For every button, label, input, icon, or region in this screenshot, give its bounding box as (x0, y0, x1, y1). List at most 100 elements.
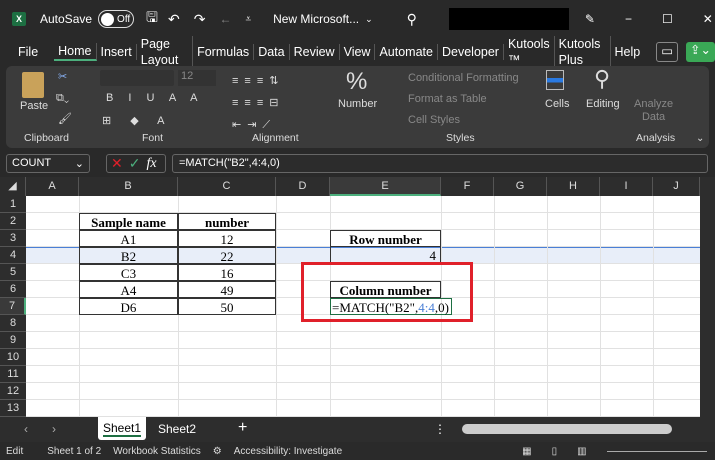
save-icon[interactable]: 🖫 (146, 7, 158, 31)
row-header-8[interactable]: 8 (0, 315, 26, 332)
redo-icon[interactable]: ↷ (194, 11, 206, 28)
chevron-down-icon[interactable]: ⌄ (365, 14, 373, 25)
row-header-2[interactable]: 2 (0, 213, 26, 230)
page-layout-view-icon[interactable]: ▯ (552, 446, 558, 457)
tab-formulas[interactable]: Formulas (193, 44, 255, 60)
table-header-number[interactable]: number (178, 213, 276, 230)
cells-icon[interactable] (546, 70, 564, 90)
column-header-C[interactable]: C (178, 177, 276, 196)
editing-button[interactable]: Editing (586, 98, 620, 110)
macro-icon[interactable]: ⚙ (213, 446, 222, 457)
tab-home[interactable]: Home (54, 43, 97, 61)
tab-developer[interactable]: Developer (438, 44, 504, 60)
column-header-H[interactable]: H (547, 177, 600, 196)
document-title[interactable]: New Microsoft... (273, 12, 359, 26)
tab-data[interactable]: Data (254, 44, 290, 60)
search-icon[interactable]: ⚲ (407, 11, 417, 28)
cut-icon[interactable]: ✂ (58, 70, 67, 83)
accessibility-status[interactable]: Accessibility: Investigate (234, 446, 342, 457)
column-header-I[interactable]: I (600, 177, 653, 196)
percent-icon[interactable]: % (346, 68, 367, 96)
next-sheet-icon[interactable]: › (52, 422, 56, 436)
sheet-tab-sheet1[interactable]: Sheet1 (98, 417, 146, 440)
add-sheet-icon[interactable]: + (238, 419, 247, 437)
row-number-label[interactable]: Row number (330, 230, 441, 247)
workbook-statistics[interactable]: Workbook Statistics (113, 446, 201, 457)
tab-review[interactable]: Review (290, 44, 340, 60)
format-painter-icon[interactable]: 🖌 (58, 112, 72, 125)
close-button[interactable]: ✕ (703, 12, 713, 26)
cells-button[interactable]: Cells (545, 98, 569, 110)
row-header-7[interactable]: 7 (0, 298, 26, 315)
cancel-icon[interactable]: ✕ (111, 155, 123, 172)
pen-icon[interactable]: ✎ (585, 12, 595, 26)
row-header-5[interactable]: 5 (0, 264, 26, 281)
more-options-icon[interactable]: ⋮ (434, 422, 446, 436)
minimize-button[interactable]: − (625, 12, 632, 26)
column-header-B[interactable]: B (79, 177, 178, 196)
table-cell-number[interactable]: 22 (178, 247, 276, 264)
table-cell-number[interactable]: 16 (178, 264, 276, 281)
alignment-icons[interactable]: ≡≡≡⇅ ≡≡≡⊟ ⇤⇥⟋ (232, 70, 284, 136)
column-header-E[interactable]: E (330, 177, 441, 196)
collapse-ribbon-icon[interactable]: ⌄ (696, 133, 704, 144)
zoom-slider[interactable] (606, 450, 707, 452)
enter-icon[interactable]: ✓ (129, 155, 141, 172)
conditional-formatting-button[interactable]: Conditional Formatting (408, 72, 519, 84)
name-box[interactable]: COUNT ⌄ (6, 154, 90, 173)
horizontal-scrollbar[interactable] (462, 424, 672, 434)
column-header-J[interactable]: J (653, 177, 700, 196)
table-cell-name[interactable]: B2 (79, 247, 178, 264)
tab-kutools[interactable]: Kutools ™ (504, 36, 555, 68)
sheet-tab-sheet2[interactable]: Sheet2 (158, 422, 196, 436)
prev-sheet-icon[interactable]: ‹ (24, 422, 28, 436)
tab-file[interactable]: File (14, 44, 54, 60)
analyze-data-button[interactable]: Analyze Data (634, 98, 673, 124)
vertical-scrollbar[interactable] (700, 177, 715, 417)
table-cell-name[interactable]: A4 (79, 281, 178, 298)
tab-automate[interactable]: Automate (375, 44, 438, 60)
normal-view-icon[interactable]: ▦ (522, 446, 531, 457)
table-cell-name[interactable]: D6 (79, 298, 178, 315)
maximize-button[interactable]: ☐ (662, 12, 673, 26)
row-header-9[interactable]: 9 (0, 332, 26, 349)
column-header-A[interactable]: A (26, 177, 79, 196)
paste-icon[interactable] (22, 72, 44, 98)
formula-input[interactable]: =MATCH("B2",4:4,0) (172, 154, 708, 173)
column-header-D[interactable]: D (276, 177, 330, 196)
editing-search-icon[interactable]: ⚲ (594, 66, 610, 92)
paste-button[interactable]: Paste (20, 100, 48, 112)
autosave-toggle[interactable]: Off (98, 10, 135, 28)
column-header-F[interactable]: F (441, 177, 494, 196)
worksheet-grid[interactable]: ◢ A B C D E F G H I J 1 2 3 4 5 6 7 8 9 10 11 12 13 Sample name… (0, 177, 715, 417)
row-header-4[interactable]: 4 (0, 247, 26, 264)
row-header-12[interactable]: 12 (0, 383, 26, 400)
comments-button[interactable]: ▭ (656, 42, 679, 62)
row-header-11[interactable]: 11 (0, 366, 26, 383)
table-cell-name[interactable]: A1 (79, 230, 178, 247)
tab-insert[interactable]: Insert (97, 44, 137, 60)
share-button[interactable]: ⇪⌄ (686, 42, 715, 62)
row-header-6[interactable]: 6 (0, 281, 26, 298)
row-header-10[interactable]: 10 (0, 349, 26, 366)
font-name-select[interactable] (100, 70, 174, 86)
font-size-select[interactable]: 12 (178, 70, 216, 86)
format-as-table-button[interactable]: Format as Table (408, 93, 487, 105)
tab-help[interactable]: Help (611, 44, 645, 60)
tab-view[interactable]: View (340, 44, 376, 60)
column-header-G[interactable]: G (494, 177, 547, 196)
insert-function-icon[interactable]: fx (146, 156, 156, 172)
table-cell-number[interactable]: 12 (178, 230, 276, 247)
cell-styles-button[interactable]: Cell Styles (408, 114, 460, 126)
back-icon[interactable]: ← (219, 12, 231, 26)
tab-kutools-plus[interactable]: Kutools Plus (555, 36, 611, 68)
table-cell-number[interactable]: 49 (178, 281, 276, 298)
row-header-13[interactable]: 13 (0, 400, 26, 417)
customize-qat-icon[interactable]: ⩡ (245, 14, 251, 25)
copy-icon[interactable]: ⧉⌄ (56, 92, 69, 105)
undo-icon[interactable]: ↶ (168, 11, 180, 28)
number-format-button[interactable]: Number (338, 98, 377, 110)
table-cell-name[interactable]: C3 (79, 264, 178, 281)
row-header-3[interactable]: 3 (0, 230, 26, 247)
tab-page-layout[interactable]: Page Layout (137, 36, 194, 68)
